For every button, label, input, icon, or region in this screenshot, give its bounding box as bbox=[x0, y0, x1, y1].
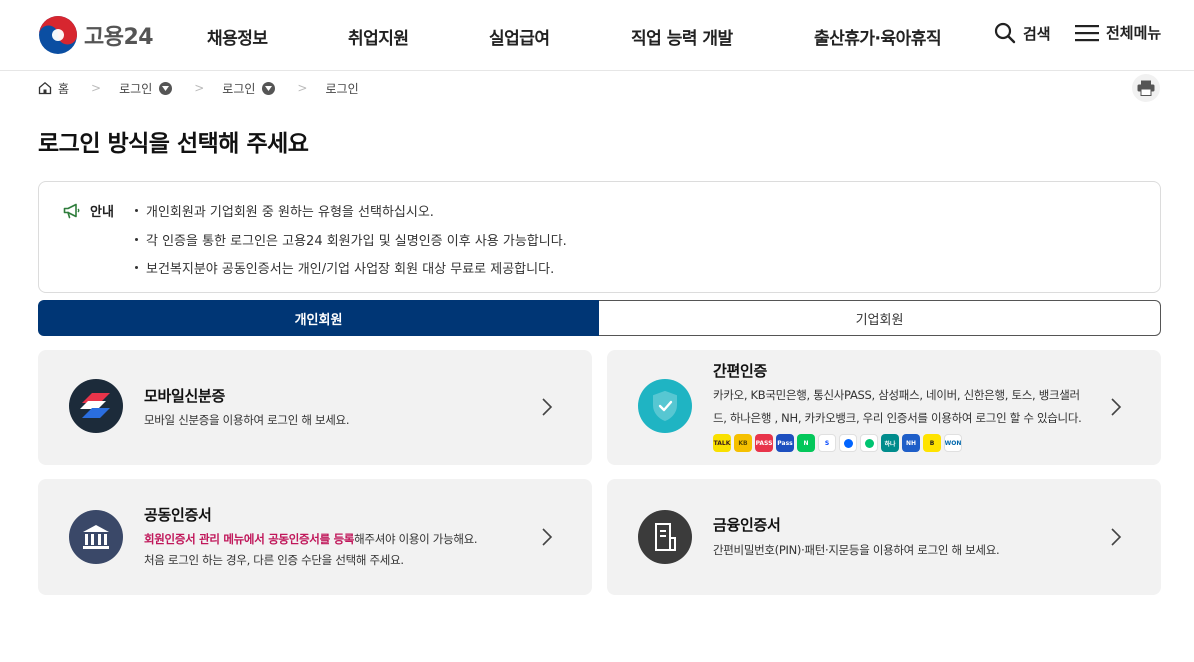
member-type-tabs: 개인회원 기업회원 bbox=[38, 300, 1161, 336]
notice-header: 안내 bbox=[63, 201, 114, 220]
naver-icon: N bbox=[797, 434, 815, 452]
hana-icon: 하나 bbox=[881, 434, 899, 452]
logo-text: 고용24 bbox=[84, 25, 154, 50]
card-description: 카카오, KB국민은행, 통신사PASS, 삼성패스, 네이버, 신한은행, 토… bbox=[713, 388, 1080, 402]
notice-line: 개인회원과 기업회원 중 원하는 유형을 선택하십시오. bbox=[135, 201, 434, 220]
chevron-right-icon: > bbox=[194, 81, 205, 95]
breadcrumb-home[interactable]: 홈 bbox=[38, 80, 69, 97]
taegeuk-logo-icon bbox=[39, 16, 77, 54]
emphasis-text[interactable]: 회원인증서 관리 메뉴에서 공동인증서를 등록 bbox=[144, 532, 354, 546]
breadcrumb-item-2[interactable]: 로그인 bbox=[222, 80, 276, 97]
bank-building-icon bbox=[69, 510, 123, 564]
tab-personal-member[interactable]: 개인회원 bbox=[38, 300, 599, 336]
breadcrumb-label: 로그인 bbox=[325, 81, 359, 96]
login-option-finance-certificate[interactable]: 금융인증서 간편비밀번호(PIN)·패턴·지문등을 이용하여 로그인 해 보세요… bbox=[607, 479, 1161, 595]
login-option-mobile-id[interactable]: 모바일신분증 모바일 신분증을 이용하여 로그인 해 보세요. bbox=[38, 350, 592, 465]
card-title: 모바일신분증 bbox=[144, 387, 226, 405]
page-title: 로그인 방식을 선택해 주세요 bbox=[38, 131, 309, 157]
card-description: 드, 하나은행 , NH, 카카오뱅크, 우리 인증서를 이용하여 로그인 할 … bbox=[713, 411, 1082, 425]
breadcrumb: 홈 > 로그인 > 로그인 > 로그인 bbox=[38, 78, 359, 98]
chevron-right-icon bbox=[542, 398, 553, 416]
shield-check-icon bbox=[638, 379, 692, 433]
card-title: 간편인증 bbox=[713, 362, 768, 380]
nav-unemployment-benefit[interactable]: 실업급여 bbox=[489, 24, 550, 49]
chevron-down-icon[interactable] bbox=[262, 81, 276, 95]
notice-line: 각 인증을 통한 로그인은 고용24 회원가입 및 실명인증 이후 사용 가능합… bbox=[135, 230, 567, 249]
nav-jobs[interactable]: 채용정보 bbox=[207, 24, 268, 49]
nav-vocational-training[interactable]: 직업 능력 개발 bbox=[631, 24, 733, 49]
all-menu-label: 전체메뉴 bbox=[1106, 24, 1162, 42]
breadcrumb-home-label: 홈 bbox=[58, 81, 70, 96]
card-title: 공동인증서 bbox=[144, 506, 212, 524]
shinhan-icon: S bbox=[818, 434, 836, 452]
card-description: 회원인증서 관리 메뉴에서 공동인증서를 등록해주셔야 이용이 가능해요. bbox=[144, 532, 478, 546]
nav-parental-leave[interactable]: 출산휴가·육아휴직 bbox=[814, 24, 942, 49]
kakao-icon: TALK bbox=[713, 434, 731, 452]
card-description: 처음 로그인 하는 경우, 다른 인증 수단을 선택해 주세요. bbox=[144, 553, 404, 567]
toss-icon bbox=[839, 434, 857, 452]
notice-label: 안내 bbox=[90, 205, 114, 220]
all-menu-button[interactable]: 전체메뉴 bbox=[1075, 22, 1161, 43]
card-description: 간편비밀번호(PIN)·패턴·지문등을 이용하여 로그인 해 보세요. bbox=[713, 543, 1000, 557]
nh-icon: NH bbox=[902, 434, 920, 452]
hamburger-icon bbox=[1075, 24, 1099, 41]
search-label: 검색 bbox=[1023, 24, 1051, 43]
nav-employment-support[interactable]: 취업지원 bbox=[348, 24, 409, 49]
samsung-pass-icon: Pass bbox=[776, 434, 794, 452]
breadcrumb-current: 로그인 bbox=[325, 80, 358, 97]
chevron-right-icon: > bbox=[91, 81, 102, 95]
search-button[interactable]: 검색 bbox=[994, 22, 1051, 44]
chevron-down-icon[interactable] bbox=[159, 81, 173, 95]
kakaobank-icon: B bbox=[923, 434, 941, 452]
tab-corporate-member[interactable]: 기업회원 bbox=[599, 300, 1161, 336]
document-card-icon bbox=[638, 510, 692, 564]
chevron-right-icon: > bbox=[297, 81, 308, 95]
site-header: 고용24 채용정보 취업지원 실업급여 직업 능력 개발 출산휴가·육아휴직 검… bbox=[0, 0, 1194, 71]
chevron-right-icon bbox=[1111, 398, 1122, 416]
banksalad-icon bbox=[860, 434, 878, 452]
print-button[interactable] bbox=[1132, 74, 1160, 102]
home-icon bbox=[38, 81, 52, 95]
login-option-simple-auth[interactable]: 간편인증 카카오, KB국민은행, 통신사PASS, 삼성패스, 네이버, 신한… bbox=[607, 350, 1161, 465]
breadcrumb-label: 로그인 bbox=[222, 81, 256, 96]
auth-provider-list: TALK KB PASS Pass N S 하나 NH B WON bbox=[713, 434, 965, 452]
chevron-right-icon bbox=[1111, 528, 1122, 546]
mobile-id-icon bbox=[69, 379, 123, 433]
search-icon bbox=[994, 22, 1016, 44]
card-description: 모바일 신분증을 이용하여 로그인 해 보세요. bbox=[144, 413, 350, 427]
notice-box: 안내 개인회원과 기업회원 중 원하는 유형을 선택하십시오. 각 인증을 통한… bbox=[38, 181, 1161, 293]
kb-icon: KB bbox=[734, 434, 752, 452]
breadcrumb-label: 로그인 bbox=[119, 81, 153, 96]
card-title: 금융인증서 bbox=[713, 516, 781, 534]
megaphone-icon bbox=[63, 203, 80, 218]
login-option-joint-certificate[interactable]: 공동인증서 회원인증서 관리 메뉴에서 공동인증서를 등록해주셔야 이용이 가능… bbox=[38, 479, 592, 595]
site-logo[interactable]: 고용24 bbox=[38, 15, 154, 55]
pass-icon: PASS bbox=[755, 434, 773, 452]
chevron-right-icon bbox=[542, 528, 553, 546]
woori-icon: WON bbox=[944, 434, 962, 452]
breadcrumb-item-1[interactable]: 로그인 bbox=[119, 80, 173, 97]
notice-line: 보건복지분야 공동인증서는 개인/기업 사업장 회원 대상 무료로 제공합니다. bbox=[135, 258, 554, 277]
printer-icon bbox=[1137, 80, 1155, 96]
